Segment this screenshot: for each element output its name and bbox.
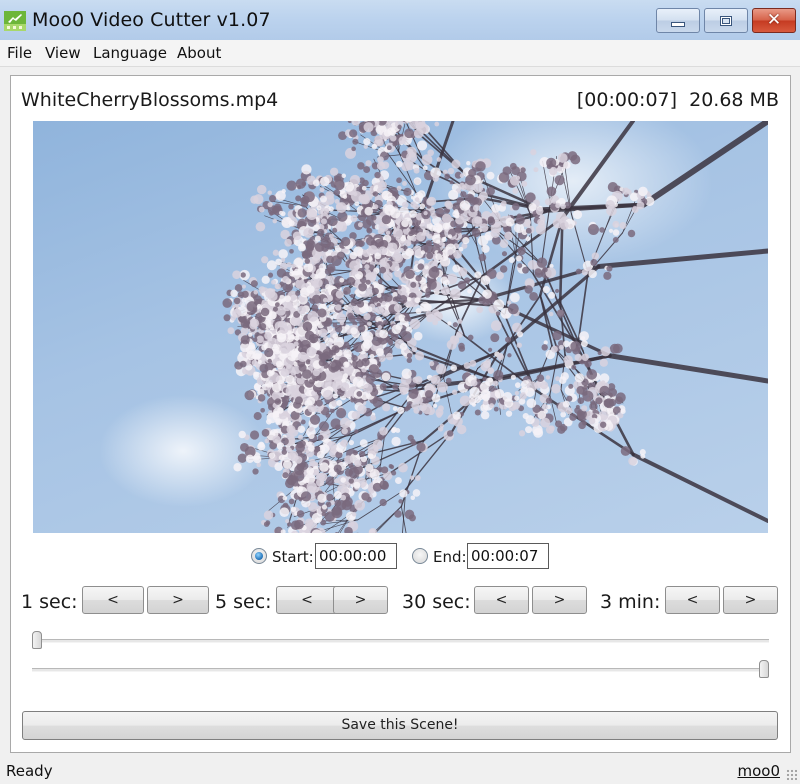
forward-1sec-button[interactable]: >: [147, 586, 209, 614]
close-button[interactable]: ✕: [752, 8, 796, 33]
menu-view[interactable]: View: [45, 44, 81, 62]
end-slider-thumb[interactable]: [759, 660, 769, 678]
moo0-link[interactable]: moo0: [737, 762, 780, 780]
minimize-icon: [671, 22, 685, 27]
title-bar[interactable]: Moo0 Video Cutter v1.07 ✕: [0, 0, 800, 40]
maximize-icon: [720, 15, 732, 26]
close-icon: ✕: [766, 10, 782, 30]
forward-5sec-button[interactable]: >: [333, 586, 388, 614]
start-slider-thumb[interactable]: [32, 631, 42, 649]
back-3min-button[interactable]: <: [665, 586, 720, 614]
forward-3min-button[interactable]: >: [723, 586, 778, 614]
status-bar: Ready moo0: [0, 757, 800, 784]
step-label-5sec: 5 sec:: [215, 591, 272, 613]
menu-language[interactable]: Language: [93, 44, 167, 62]
step-label-1sec: 1 sec:: [21, 591, 78, 613]
step-label-3min: 3 min:: [600, 591, 661, 613]
video-frame-image: [222, 121, 768, 533]
end-time-input[interactable]: [467, 543, 549, 569]
blossom-branches: [222, 121, 768, 533]
start-time-input[interactable]: [315, 543, 397, 569]
save-scene-button[interactable]: Save this Scene!: [22, 711, 778, 740]
window-title: Moo0 Video Cutter v1.07: [32, 9, 271, 31]
clapperboard-icon: [4, 11, 26, 31]
file-info: [00:00:07] 20.68 MB: [576, 89, 779, 111]
file-name: WhiteCherryBlossoms.mp4: [21, 89, 279, 111]
minimize-button[interactable]: [656, 8, 700, 33]
menu-about[interactable]: About: [177, 44, 221, 62]
menu-bar: File View Language About: [0, 40, 800, 67]
video-preview[interactable]: [33, 121, 768, 533]
start-radio[interactable]: [251, 548, 267, 564]
back-30sec-button[interactable]: <: [474, 586, 529, 614]
maximize-button[interactable]: [704, 8, 748, 33]
start-label: Start:: [272, 548, 314, 566]
start-slider-track[interactable]: [32, 639, 769, 643]
back-1sec-button[interactable]: <: [82, 586, 144, 614]
forward-30sec-button[interactable]: >: [532, 586, 587, 614]
end-radio[interactable]: [412, 548, 428, 564]
menu-file[interactable]: File: [7, 44, 32, 62]
status-text: Ready: [6, 762, 53, 780]
end-slider-track[interactable]: [32, 668, 769, 672]
step-label-30sec: 30 sec:: [402, 591, 471, 613]
end-label: End:: [433, 548, 467, 566]
resize-grip-icon[interactable]: [786, 769, 797, 780]
back-5sec-button[interactable]: <: [276, 586, 338, 614]
main-panel: WhiteCherryBlossoms.mp4 [00:00:07] 20.68…: [10, 75, 791, 753]
